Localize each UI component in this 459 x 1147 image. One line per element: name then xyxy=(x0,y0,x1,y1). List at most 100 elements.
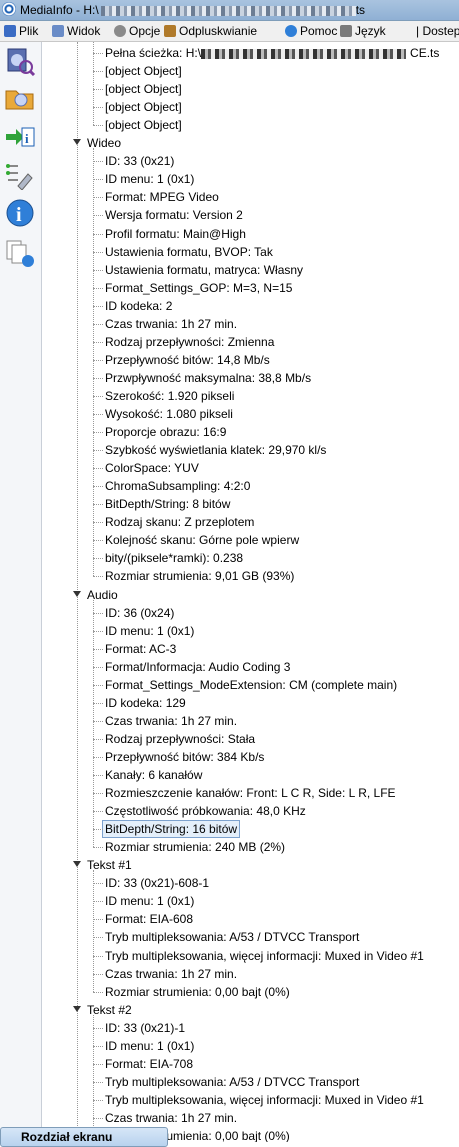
screen-split-button[interactable]: Rozdział ekranu xyxy=(0,1127,168,1147)
tree-connector xyxy=(93,558,103,560)
tree-connector xyxy=(93,233,103,235)
tree-item-label: Częstotliwość próbkowania: 48,0 KHz xyxy=(105,804,306,819)
tree-item-label: Przepływność bitów: 14,8 Mb/s xyxy=(105,352,270,367)
menu-dostep[interactable]: | Dostep xyxy=(416,23,459,39)
tree-item-label: Proporcje obrazu: 16:9 xyxy=(105,425,227,440)
menu-label: Plik xyxy=(19,24,39,38)
tree-connector xyxy=(93,1063,103,1065)
tree-connector xyxy=(93,937,103,939)
tree-connector xyxy=(93,486,103,488)
tree-connector xyxy=(93,468,103,470)
info-tree: Pełna ścieżka: H:\ CE.ts [object Object] [o… xyxy=(42,42,459,1142)
menu-label: Widok xyxy=(67,24,101,38)
tree-guide xyxy=(93,599,94,848)
tree-connector xyxy=(93,377,103,379)
tree-connector xyxy=(93,215,103,217)
tree-connector xyxy=(93,1027,103,1029)
collapse-triangle-icon[interactable] xyxy=(73,590,81,597)
menu-opcje[interactable]: Opcje xyxy=(114,23,160,39)
tree-connector xyxy=(93,756,103,758)
tree-item-label: Przepływność bitów: 384 Kb/s xyxy=(105,749,265,764)
svg-text:i: i xyxy=(16,204,22,226)
tree-connector xyxy=(93,811,103,813)
menu-label: Opcje xyxy=(129,24,161,38)
open-folder-icon[interactable] xyxy=(4,82,36,112)
tree-item-label: Czas trwania: 1h 27 min. xyxy=(105,316,238,331)
tree-item-label: Wersja formatu: Version 2 xyxy=(105,208,243,223)
tree-connector xyxy=(93,793,103,795)
info-icon[interactable]: i xyxy=(4,198,36,228)
tree-connector xyxy=(93,287,103,289)
tree-connector xyxy=(93,504,103,506)
tree-item-label: Format: EIA-608 xyxy=(105,912,194,927)
menu-pomoc[interactable]: Pomoc xyxy=(285,23,337,39)
tree-connector xyxy=(93,161,103,163)
svg-text:i: i xyxy=(25,131,29,146)
tree-connector xyxy=(93,450,103,452)
tree-connector xyxy=(93,648,103,650)
tree-item-label: Rozmieszczenie kanałów: Front: L C R, Si… xyxy=(105,786,396,801)
tree-connector xyxy=(93,702,103,704)
tree-guide xyxy=(93,148,94,577)
tree-connector xyxy=(93,576,103,578)
menu-język[interactable]: Język xyxy=(340,23,386,39)
collapse-triangle-icon[interactable] xyxy=(73,1005,81,1012)
tree-connector xyxy=(93,919,103,921)
tree-item-label: Format/Informacja: Audio Coding 3 xyxy=(105,659,291,674)
tree-item-label: Wysokość: 1.080 pikseli xyxy=(105,407,233,421)
tree-guide xyxy=(93,870,94,992)
redacted-path xyxy=(201,48,407,59)
menu-bar: Plik Widok Opcje Odpluskwianie Pomoc Język | D… xyxy=(0,21,459,42)
tree-connector xyxy=(93,847,103,849)
tree-item-label: ID menu: 1 (0x1) xyxy=(105,172,195,187)
tree-connector xyxy=(93,883,103,885)
window-title: MediaInfo - H:\ ts xyxy=(20,3,366,17)
tree-connector xyxy=(93,71,103,73)
menu-widok[interactable]: Widok xyxy=(52,23,100,39)
tree-item-label: ID menu: 1 (0x1) xyxy=(105,894,195,909)
tree-item-label: Czas trwania: 1h 27 min. xyxy=(105,1110,238,1125)
tree-item-label: Rodzaj przepływności: Zmienna xyxy=(105,334,275,349)
collapse-triangle-icon[interactable] xyxy=(73,861,81,868)
tree-connector xyxy=(93,630,103,632)
tree-connector xyxy=(93,973,103,975)
settings-icon[interactable] xyxy=(4,160,36,191)
open-file-icon[interactable] xyxy=(4,46,36,77)
tree-connector xyxy=(93,359,103,361)
tree-item-label: Rozmiar strumienia: 9,01 GB (93%) xyxy=(105,569,295,584)
tree-connector xyxy=(93,522,103,524)
menu-label: | Dostep xyxy=(416,24,459,38)
tree-item-label: Tryb multipleksowania, więcej informacji… xyxy=(105,1092,424,1107)
tree-connector xyxy=(93,829,103,831)
tree-connector xyxy=(93,197,103,199)
options-icon xyxy=(114,25,126,37)
tree-item-label: Tryb multipleksowania: A/53 / DTVCC Tran… xyxy=(105,1074,360,1089)
tree-item-label: Format: MPEG Video xyxy=(105,190,219,205)
tree-item-label: Kanały: 6 kanałów xyxy=(105,768,203,782)
tree-connector xyxy=(93,341,103,343)
tree-item-label: [object Object] xyxy=(105,64,182,79)
tree-item-label: ColorSpace: YUV xyxy=(105,461,199,476)
tree-connector xyxy=(93,1099,103,1101)
export-icon[interactable]: i xyxy=(4,122,36,152)
tree-item-label: Ustawienia formatu, BVOP: Tak xyxy=(105,244,273,259)
tree-item-label: Profil formatu: Main@High xyxy=(105,226,246,241)
tree-guide xyxy=(93,42,94,126)
language-icon xyxy=(340,25,352,37)
about-icon[interactable] xyxy=(4,238,36,268)
tree-item-label: Format_Settings_ModeExtension: CM (compl… xyxy=(105,677,398,692)
tree-item-label: ID menu: 1 (0x1) xyxy=(105,1038,195,1053)
menu-label: Pomoc xyxy=(300,24,338,38)
tree-item-label: bity/(piksele*ramki): 0.238 xyxy=(105,551,244,566)
menu-plik[interactable]: Plik xyxy=(4,23,38,39)
tree-item-label: Przwpływność maksymalna: 38,8 Mb/s xyxy=(105,370,312,385)
tree-item-label: Rodzaj skanu: Z przeplotem xyxy=(105,515,255,530)
tree-item-label: ID: 33 (0x21)-608-1 xyxy=(105,876,210,891)
collapse-triangle-icon[interactable] xyxy=(73,139,81,146)
tree-connector xyxy=(93,991,103,993)
tree-item-label: ID: 33 (0x21) xyxy=(105,154,175,169)
tree-connector xyxy=(93,89,103,91)
tree-connector xyxy=(93,414,103,415)
menu-odpluskwianie[interactable]: Odpluskwianie xyxy=(164,23,257,39)
tree-connector xyxy=(93,540,103,542)
